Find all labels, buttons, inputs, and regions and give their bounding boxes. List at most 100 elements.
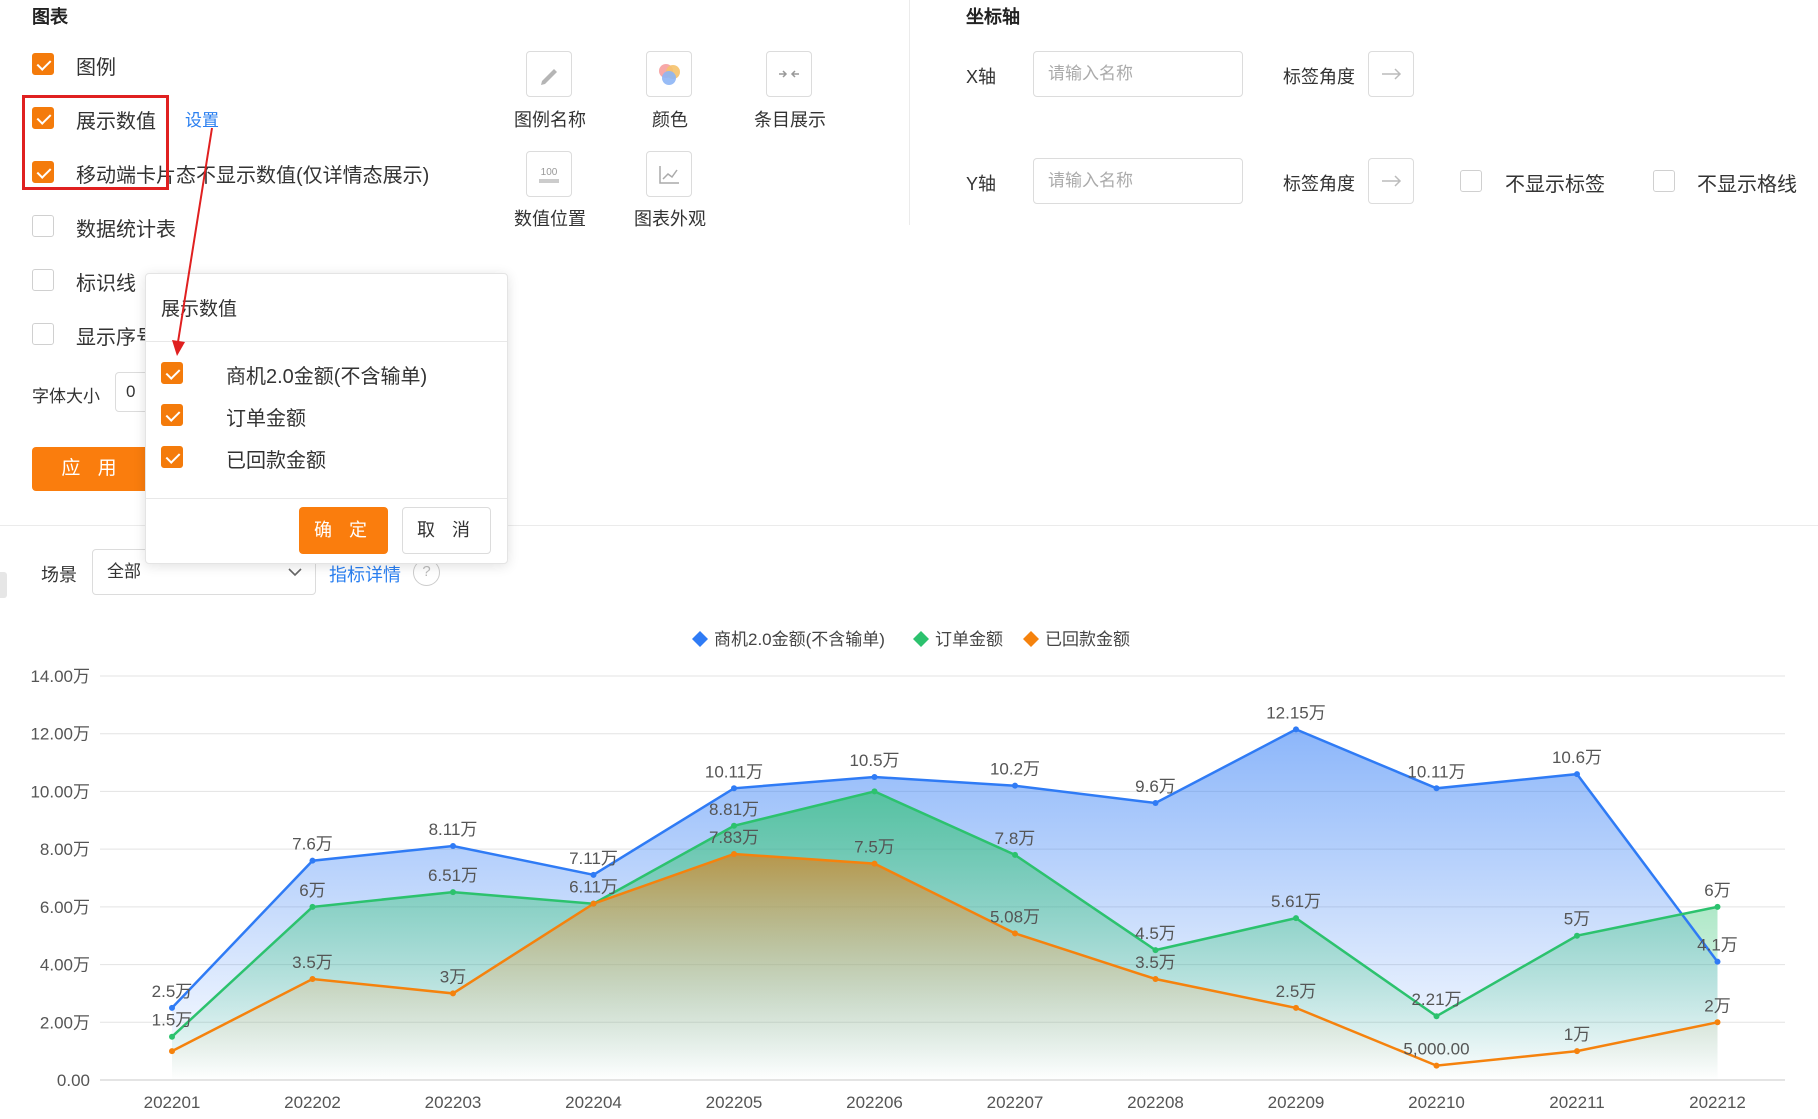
y-axis-name-input[interactable]: 请输入名称 [1033,158,1243,204]
metric-detail-link[interactable]: 指标详情 [329,561,401,587]
chart-legend: 商机2.0金额(不含输单) 订单金额 已回款金额 [692,630,1130,649]
data-label: 9.6万 [1135,777,1176,796]
data-label: 2.21万 [1411,990,1461,1009]
x-tick-label: 202211 [1549,1093,1604,1112]
data-point [1012,851,1018,858]
data-label: 5.08万 [990,907,1040,926]
data-point [169,1048,175,1055]
side-handle[interactable] [0,572,7,598]
popup-title: 展示数值 [161,299,238,320]
settings-link[interactable]: 设置 [185,106,219,131]
data-point [169,1033,175,1040]
data-label: 10.6万 [1552,748,1602,767]
data-label: 3.5万 [1135,953,1176,972]
y-tick-label: 10.00万 [30,782,90,801]
tool-label-value-position: 数值位置 [514,209,586,229]
data-point [1293,1004,1299,1011]
data-point [1574,932,1580,939]
data-label: 2.5万 [1276,982,1317,1001]
hide-grid-text: 不显示格线 [1697,174,1797,196]
popup-divider-top [146,341,507,342]
tool-label-legend-name: 图例名称 [514,110,586,130]
value-position-tool[interactable]: 100 [526,151,572,197]
svg-text:100: 100 [541,167,558,178]
y-tick-label: 6.00万 [40,898,90,917]
chart-appearance-tool[interactable] [646,151,692,197]
color-tool[interactable] [646,51,692,97]
cancel-button[interactable]: 取 消 [402,507,491,554]
data-point [1714,1019,1721,1026]
data-point [309,903,316,910]
y-tick-label: 14.00万 [30,667,90,686]
chevron-down-icon [288,568,302,577]
legend-label: 订单金额 [935,630,1003,649]
color-circles-icon [659,64,680,85]
data-point [1433,1013,1440,1020]
y-axis-label: Y轴 [966,174,997,194]
data-label: 3.5万 [292,953,333,972]
x-tick-label: 202208 [1127,1093,1184,1112]
popup-item-checkbox-0[interactable] [161,362,183,384]
data-label: 10.2万 [990,760,1040,779]
x-angle-label: 标签角度 [1283,67,1355,87]
x-tick-label: 202209 [1268,1093,1325,1112]
x-axis-label: X轴 [966,67,997,87]
data-point [309,976,316,982]
data-point [1433,785,1440,792]
scene-select-value: 全部 [107,562,141,581]
data-point [1433,1062,1440,1069]
data-point [1574,771,1580,778]
x-tick-label: 202201 [144,1093,201,1112]
collapse-arrows-icon [779,70,799,78]
popup-item-label-0: 商机2.0金额(不含输单) [226,366,428,388]
y-tick-label: 4.00万 [40,956,90,975]
popup-item-label-2: 已回款金额 [226,450,326,472]
data-point [450,990,456,997]
option-checkbox-0[interactable] [32,53,54,75]
data-label: 5万 [1564,910,1590,929]
option-checkbox-3[interactable] [32,215,54,237]
option-checkbox-5[interactable] [32,323,54,345]
y-tick-label: 0.00 [57,1071,90,1090]
data-point [1152,976,1159,982]
y-tick-label: 2.00万 [40,1013,90,1032]
arrow-right-icon [1382,175,1402,187]
data-label: 4.5万 [1135,924,1176,943]
x-tick-label: 202203 [425,1093,482,1112]
data-point [871,860,878,867]
legend-marker [1023,631,1039,647]
data-point [450,842,456,849]
data-label: 7.8万 [995,829,1036,848]
confirm-button[interactable]: 确 定 [299,507,388,554]
legend-marker [913,631,929,647]
tool-label-color: 颜色 [652,110,688,130]
hide-grid-checkbox[interactable] [1653,170,1675,192]
tool-label-item-display: 条目展示 [754,110,826,130]
data-label: 10.11万 [1407,762,1465,781]
apply-button[interactable]: 应 用 [32,447,152,491]
popup-item-checkbox-2[interactable] [161,446,183,468]
data-label: 8.81万 [709,800,759,819]
x-tick-label: 202205 [706,1093,763,1112]
data-label: 12.15万 [1266,703,1326,722]
option-checkbox-4[interactable] [32,269,54,291]
font-size-label: 字体大小 [32,387,100,406]
legend-label: 商机2.0金额(不含输单) [714,630,885,649]
data-label: 7.6万 [292,835,333,854]
x-axis-name-input[interactable]: 请输入名称 [1033,51,1243,97]
x-tick-label: 202202 [284,1093,341,1112]
item-display-tool[interactable] [766,51,812,97]
data-point [1012,930,1018,937]
legend-name-tool[interactable] [526,51,572,97]
data-point [1293,915,1299,922]
data-label: 1.5万 [152,1011,193,1030]
y-angle-button[interactable] [1368,158,1414,204]
highlight-box [22,95,169,190]
line-area-chart: 商机2.0金额(不含输单) 订单金额 已回款金额 0.00 2.00万 4.00万 6.0… [30,630,1785,1112]
hide-label-checkbox[interactable] [1460,170,1482,192]
popup-item-checkbox-1[interactable] [161,404,183,426]
option-label-0: 图例 [76,57,116,79]
option-label-5: 显示序号 [76,327,156,349]
x-angle-button[interactable] [1368,51,1414,97]
hide-label-text: 不显示标签 [1505,174,1605,196]
